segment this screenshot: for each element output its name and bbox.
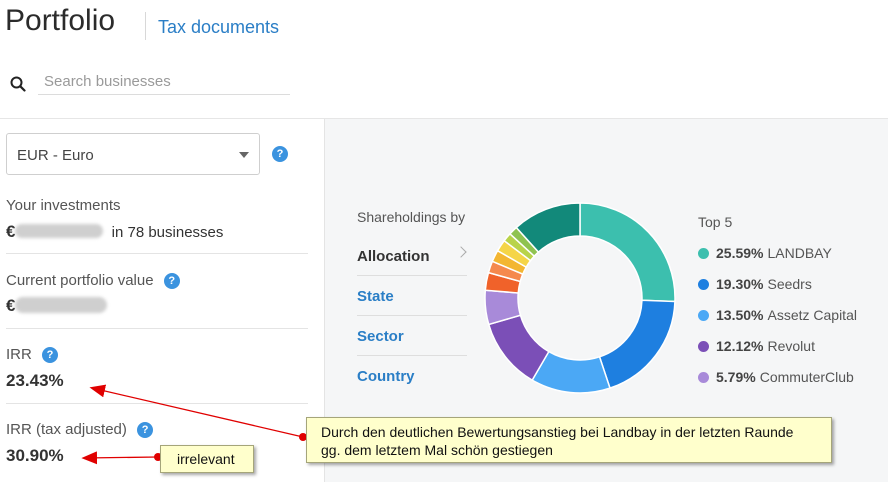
tax-documents-link[interactable]: Tax documents: [158, 17, 279, 38]
stat-divider: [6, 328, 308, 329]
top5-title: Top 5: [698, 214, 733, 230]
portfolio-value-label-text: Current portfolio value: [6, 272, 154, 289]
annotation-note-small: irrelevant: [160, 445, 254, 473]
investments-count: in 78 businesses: [111, 224, 224, 241]
donut-slice[interactable]: [579, 202, 676, 303]
stat-divider: [6, 403, 308, 404]
legend-dot: [698, 341, 709, 352]
allocation-donut-chart[interactable]: [484, 202, 676, 394]
portfolio-value-label: Current portfolio value ?: [6, 272, 180, 290]
investments-label: Your investments: [6, 197, 121, 214]
legend-pct: 13.50%: [716, 307, 764, 323]
irr-label-text: IRR: [6, 346, 32, 363]
legend-name: Assetz Capital: [767, 307, 857, 323]
legend-dot: [698, 248, 709, 259]
irr-label: IRR ?: [6, 346, 59, 364]
currency-select-value: EUR - Euro: [17, 147, 94, 164]
page-title: Portfolio: [5, 4, 116, 37]
irr-tax-help-icon[interactable]: ?: [137, 422, 154, 439]
legend-pct: 12.12%: [716, 338, 764, 354]
irr-tax-value: 30.90%: [6, 446, 64, 465]
shareholdings-label: Shareholdings by: [357, 209, 466, 225]
legend-dot: [698, 279, 709, 290]
portfolio-value-help-icon[interactable]: ?: [163, 273, 180, 290]
nav-divider: [357, 275, 467, 276]
investments-amount-redacted: [15, 224, 104, 238]
annotation-note-line2: gg. dem letztem Mal schön gestiegen: [321, 442, 553, 458]
legend-item[interactable]: 12.12% Revolut: [698, 338, 815, 354]
legend-pct: 19.30%: [716, 276, 764, 292]
currency-help-icon[interactable]: ?: [272, 146, 288, 162]
donut-slice[interactable]: [598, 299, 676, 390]
irr-value: 23.43%: [6, 371, 64, 390]
legend-item[interactable]: 13.50% Assetz Capital: [698, 307, 857, 323]
title-separator: [145, 12, 146, 40]
legend-item[interactable]: 5.79% CommuterClub: [698, 369, 854, 385]
irr-help-icon[interactable]: ?: [42, 347, 59, 364]
tab-state[interactable]: State: [357, 288, 467, 305]
legend-name: Seedrs: [767, 276, 812, 292]
tab-sector[interactable]: Sector: [357, 328, 467, 345]
portfolio-value: €: [6, 296, 108, 316]
legend-name: Revolut: [767, 338, 815, 354]
investments-value: € in 78 businesses: [6, 222, 223, 242]
tab-country[interactable]: Country: [357, 368, 467, 385]
legend-name: CommuterClub: [759, 369, 854, 385]
portfolio-value-currency: €: [6, 296, 16, 315]
currency-select[interactable]: EUR - Euro: [6, 133, 260, 175]
legend-pct: 25.59%: [716, 245, 764, 261]
nav-divider: [357, 355, 467, 356]
search-icon[interactable]: [10, 76, 26, 92]
tab-allocation[interactable]: Allocation: [357, 248, 467, 265]
stat-divider: [6, 253, 308, 254]
irr-tax-label-text: IRR (tax adjusted): [6, 421, 127, 438]
chevron-down-icon: [239, 152, 249, 158]
annotation-note: Durch den deutlichen Bewertungsanstieg b…: [306, 417, 832, 463]
nav-divider: [357, 315, 467, 316]
search-input[interactable]: [38, 70, 290, 95]
portfolio-value-redacted: [15, 297, 108, 313]
annotation-note-line1: Durch den deutlichen Bewertungsanstieg b…: [321, 424, 794, 440]
legend-item[interactable]: 25.59% LANDBAY: [698, 245, 832, 261]
irr-tax-label: IRR (tax adjusted) ?: [6, 421, 154, 439]
investments-currency: €: [6, 222, 16, 241]
legend-dot: [698, 372, 709, 383]
legend-pct: 5.79%: [716, 369, 756, 385]
legend-dot: [698, 310, 709, 321]
legend-name: LANDBAY: [767, 245, 832, 261]
legend-item[interactable]: 19.30% Seedrs: [698, 276, 812, 292]
